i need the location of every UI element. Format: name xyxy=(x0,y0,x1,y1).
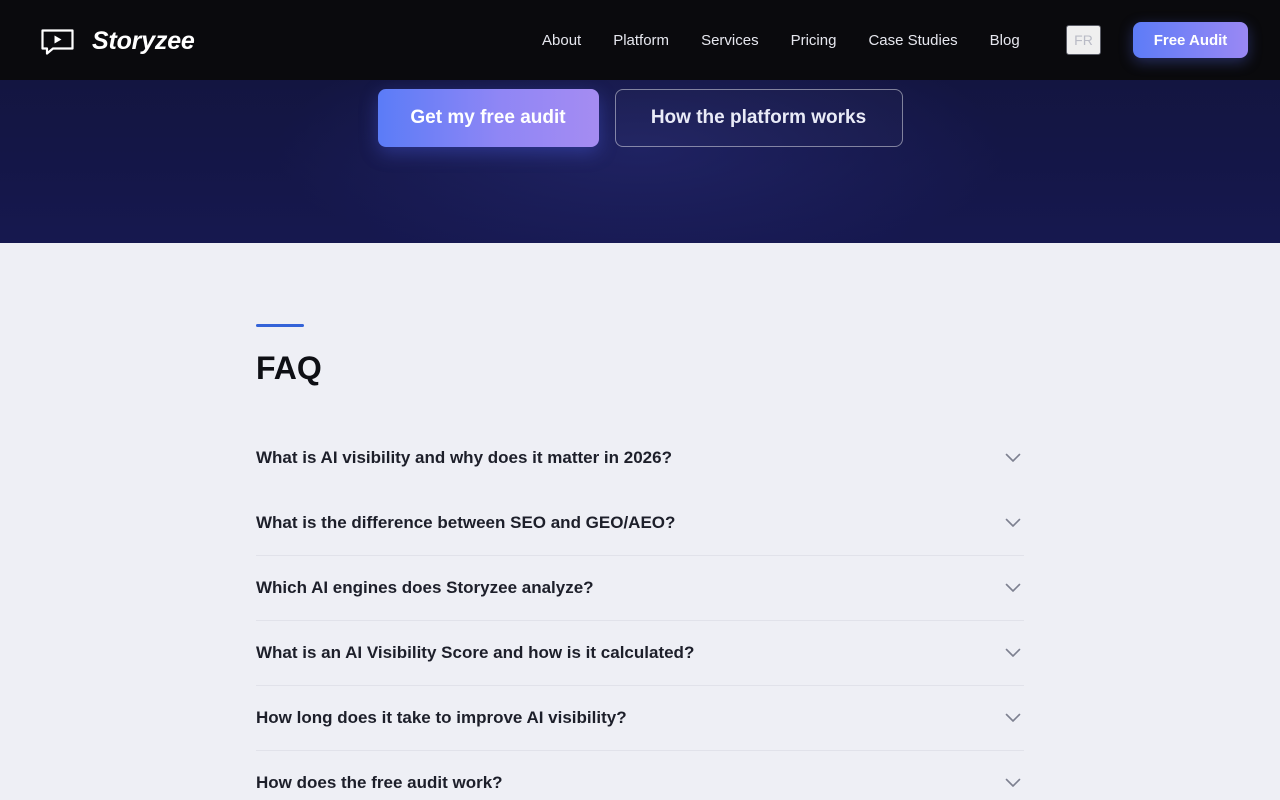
faq-item[interactable]: What is an AI Visibility Score and how i… xyxy=(256,621,1024,686)
top-navigation: Storyzee About Platform Services Pricing… xyxy=(0,0,1280,80)
chevron-down-icon xyxy=(1005,778,1021,787)
faq-question: How does the free audit work? xyxy=(256,773,503,792)
page: Get my free audit How the platform works… xyxy=(0,0,1280,800)
nav-link-blog[interactable]: Blog xyxy=(974,32,1036,49)
play-screen-icon xyxy=(41,28,74,55)
faq-question: Which AI engines does Storyzee analyze? xyxy=(256,578,594,597)
nav-link-about[interactable]: About xyxy=(526,32,597,49)
how-platform-works-button[interactable]: How the platform works xyxy=(614,89,903,147)
free-audit-nav-button[interactable]: Free Audit xyxy=(1133,22,1248,58)
chevron-down-icon xyxy=(1005,518,1021,527)
nav-link-pricing[interactable]: Pricing xyxy=(775,32,853,49)
faq-question: How long does it take to improve AI visi… xyxy=(256,708,627,727)
brand-logo[interactable]: Storyzee xyxy=(41,27,195,56)
faq-list: What is AI visibility and why does it ma… xyxy=(256,426,1024,800)
faq-item[interactable]: How long does it take to improve AI visi… xyxy=(256,686,1024,751)
faq-item[interactable]: How does the free audit work? xyxy=(256,751,1024,800)
faq-item[interactable]: What is the difference between SEO and G… xyxy=(256,491,1024,556)
faq-question: What is an AI Visibility Score and how i… xyxy=(256,643,695,662)
faq-question: What is AI visibility and why does it ma… xyxy=(256,448,672,467)
nav-link-case-studies[interactable]: Case Studies xyxy=(852,32,973,49)
faq-question: What is the difference between SEO and G… xyxy=(256,513,676,532)
nav-link-platform[interactable]: Platform xyxy=(597,32,685,49)
chevron-down-icon xyxy=(1005,713,1021,722)
nav-links: About Platform Services Pricing Case Stu… xyxy=(526,0,1036,80)
faq-item[interactable]: What is AI visibility and why does it ma… xyxy=(256,426,1024,491)
language-switch-button[interactable]: FR xyxy=(1066,25,1101,55)
get-free-audit-button[interactable]: Get my free audit xyxy=(377,89,599,147)
chevron-down-icon xyxy=(1005,453,1021,462)
faq-accent-line xyxy=(256,324,304,327)
chevron-down-icon xyxy=(1005,648,1021,657)
hero-buttons: Get my free audit How the platform works xyxy=(0,89,1280,147)
nav-link-services[interactable]: Services xyxy=(685,32,775,49)
chevron-down-icon xyxy=(1005,583,1021,592)
faq-item[interactable]: Which AI engines does Storyzee analyze? xyxy=(256,556,1024,621)
brand-name: Storyzee xyxy=(92,27,195,55)
faq-title: FAQ xyxy=(256,350,322,386)
